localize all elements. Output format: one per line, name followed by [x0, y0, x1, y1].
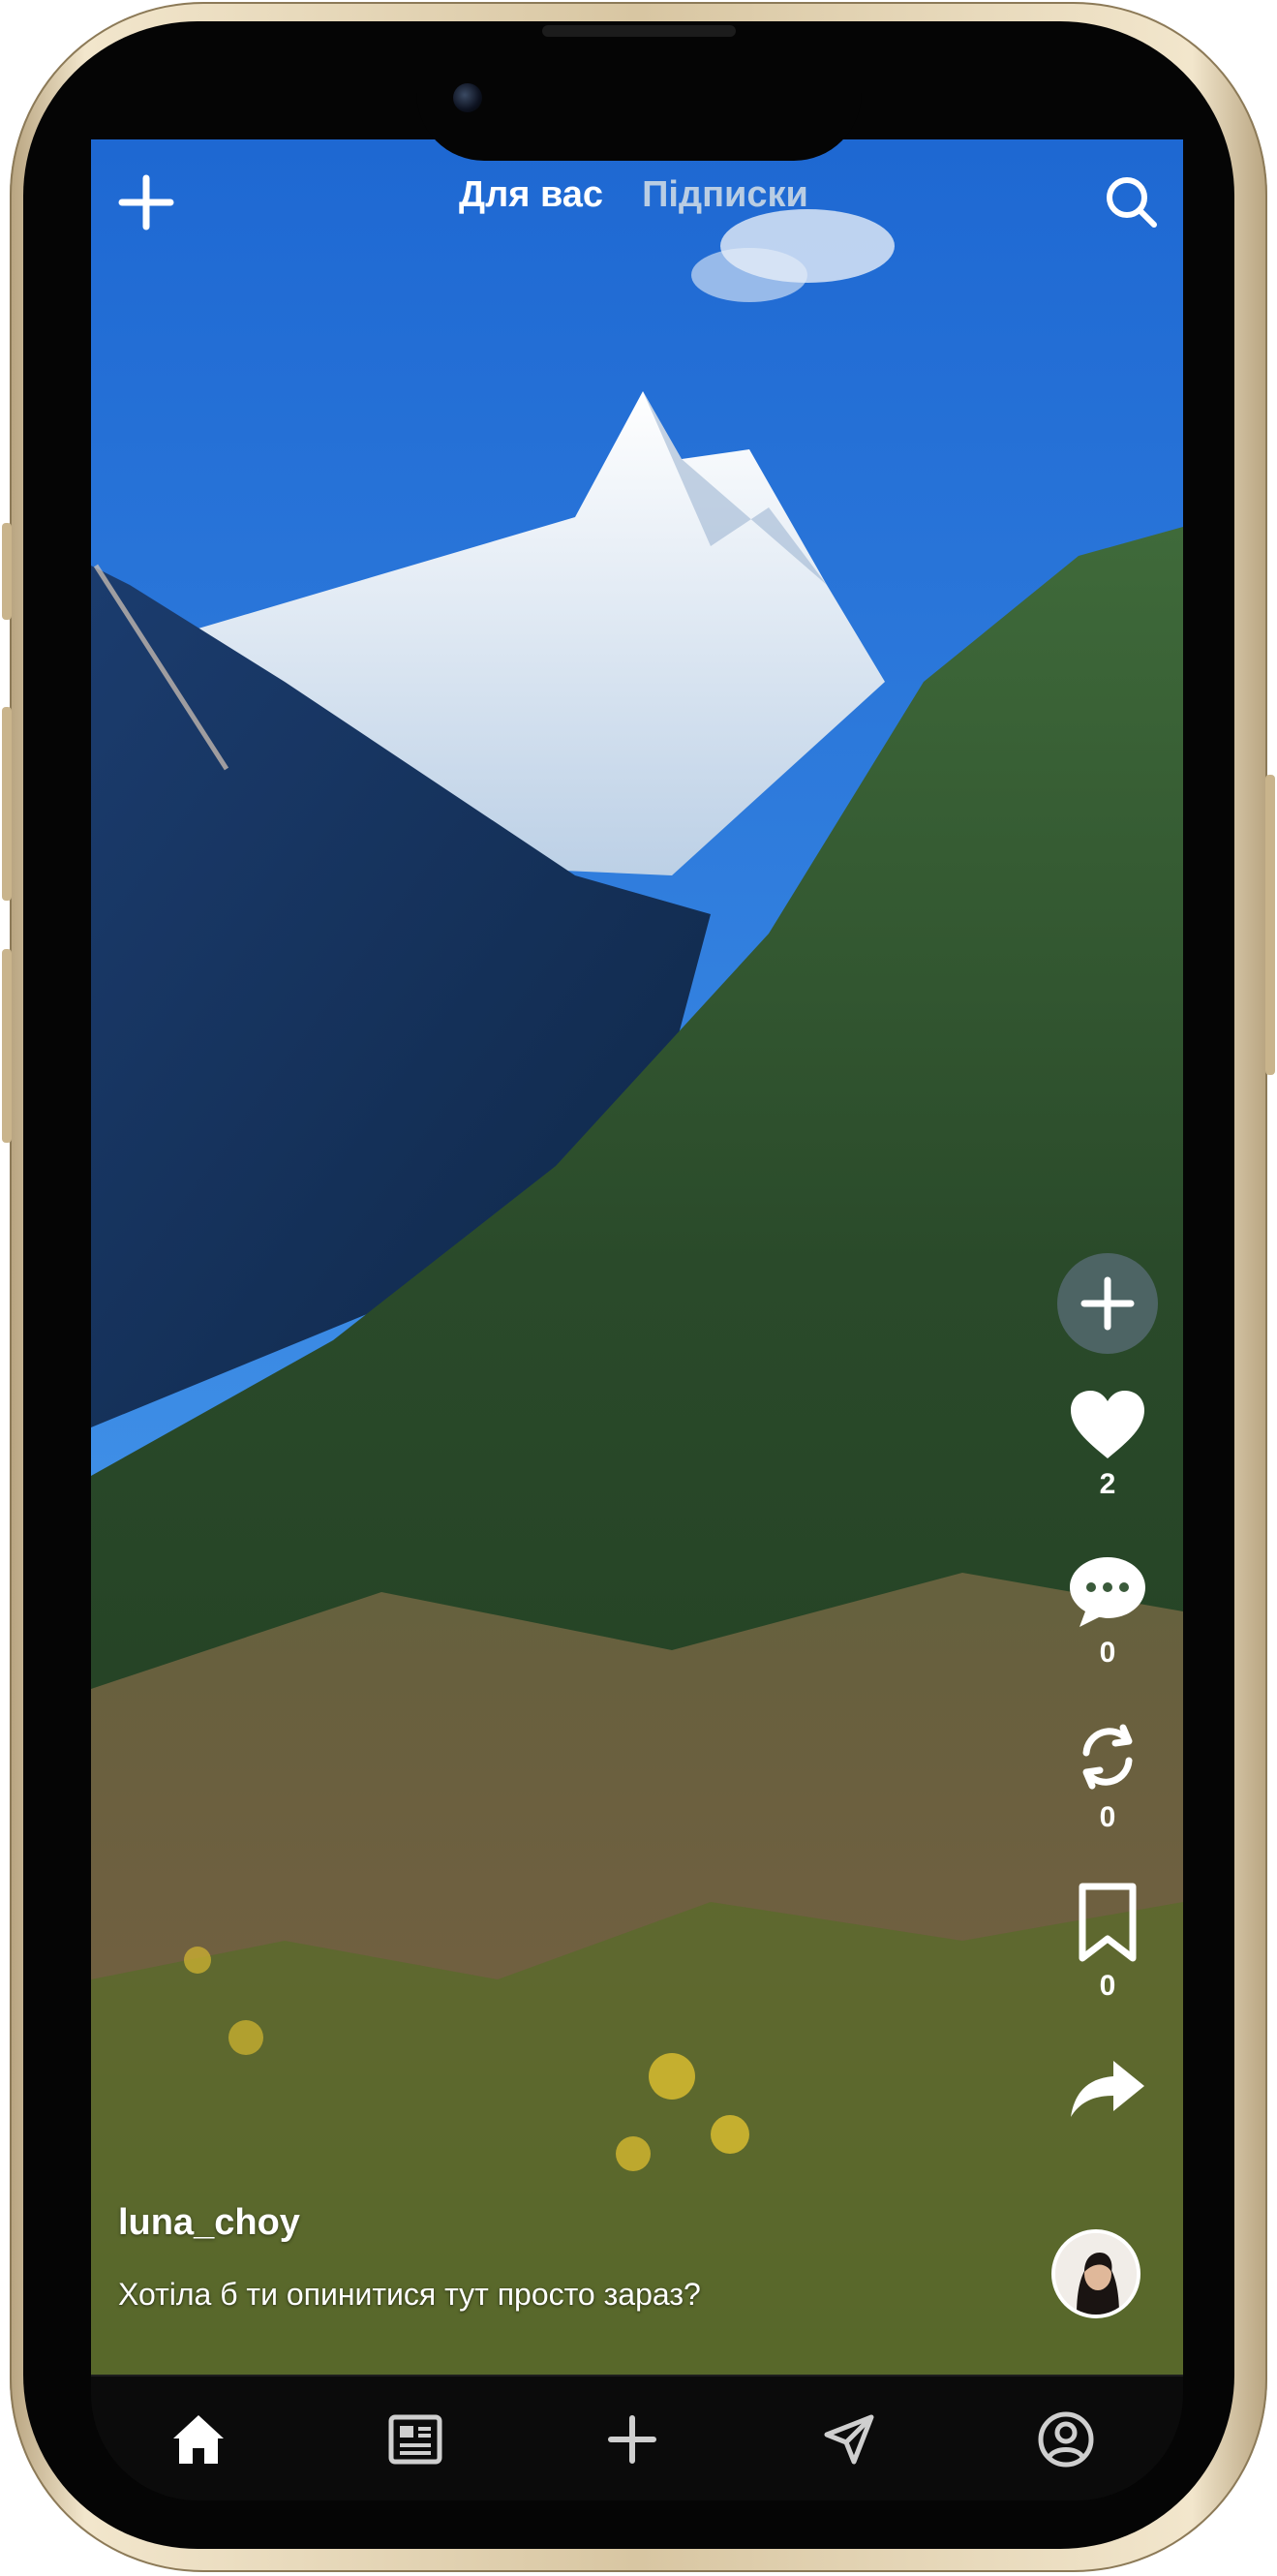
comment-action: 0 [1040, 1553, 1175, 1670]
share-action [1040, 2057, 1175, 2121]
nav-feed[interactable] [381, 2406, 449, 2473]
bookmark-icon[interactable] [1077, 1883, 1139, 1964]
app-screen: Для вас Підписки 2 0 0 0 luna_choy Хотіл… [91, 139, 1183, 2500]
profile-icon [1038, 2411, 1094, 2468]
follow-button[interactable] [1057, 1253, 1158, 1354]
author-avatar[interactable] [1051, 2229, 1140, 2318]
notch [416, 68, 862, 161]
plus-icon [1080, 1276, 1135, 1331]
bookmark-action: 0 [1040, 1883, 1175, 2003]
share-icon[interactable] [1069, 2057, 1146, 2121]
volume-down-button [2, 949, 12, 1143]
front-camera [453, 83, 482, 112]
home-icon [173, 2415, 224, 2464]
post-username[interactable]: luna_choy [118, 2202, 701, 2244]
create-post-button[interactable] [112, 169, 180, 236]
mute-switch [2, 523, 12, 620]
repost-count: 0 [1099, 1801, 1116, 1833]
power-button [1265, 775, 1275, 1075]
plus-icon [608, 2415, 656, 2464]
post-caption: Хотіла б ти опинитися тут просто зараз? [118, 2277, 701, 2312]
nav-home[interactable] [165, 2406, 232, 2473]
earpiece-speaker [542, 25, 736, 37]
tab-following[interactable]: Підписки [642, 174, 808, 216]
mountain-scene-image [91, 139, 1183, 2375]
newspaper-icon [388, 2414, 442, 2465]
video-player[interactable] [91, 139, 1183, 2375]
post-info: luna_choy Хотіла б ти опинитися тут прос… [118, 2202, 701, 2313]
follow-action [1040, 1253, 1175, 1354]
nav-messages[interactable] [815, 2406, 883, 2473]
nav-create[interactable] [598, 2406, 666, 2473]
tab-for-you[interactable]: Для вас [459, 174, 603, 216]
avatar-image [1055, 2233, 1137, 2315]
bottom-navigation [91, 2375, 1183, 2500]
feed-tabs: Для вас Підписки [459, 174, 808, 216]
repost-icon[interactable] [1069, 1718, 1146, 1795]
like-action: 2 [1040, 1389, 1175, 1501]
bookmark-count: 0 [1099, 1970, 1116, 2002]
comment-count: 0 [1099, 1637, 1116, 1669]
search-button[interactable] [1098, 169, 1166, 236]
volume-up-button [2, 707, 12, 901]
search-icon [1107, 177, 1157, 228]
plus-icon [118, 174, 174, 230]
repost-action: 0 [1040, 1718, 1175, 1834]
nav-profile[interactable] [1032, 2406, 1100, 2473]
comment-icon[interactable] [1066, 1553, 1149, 1631]
like-count: 2 [1099, 1468, 1116, 1500]
send-icon [824, 2414, 874, 2465]
heart-icon[interactable] [1067, 1389, 1148, 1462]
